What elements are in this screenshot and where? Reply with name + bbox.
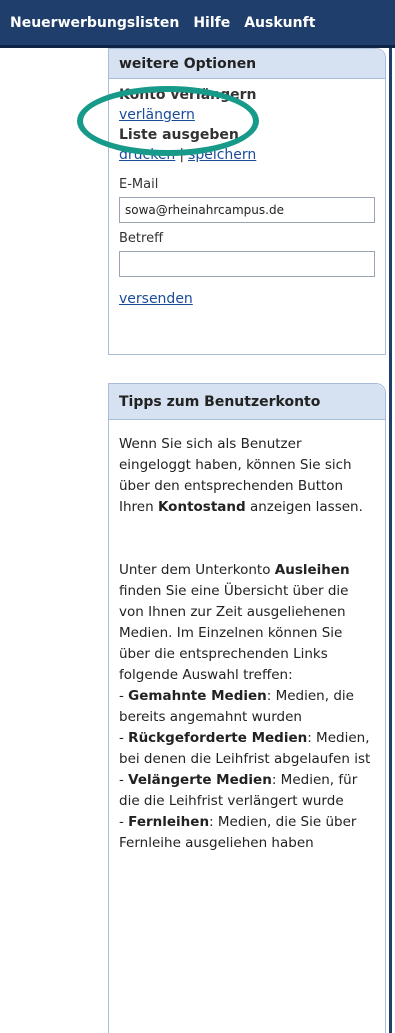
tips-paragraph-1: Wenn Sie sich als Benutzer eingeloggt ha… (119, 434, 375, 518)
top-nav-bar: Neuerwerbungslisten Hilfe Auskunft (0, 0, 395, 48)
link-separator: | (179, 147, 185, 163)
tips-item-bold: Rückgeforderte Medien (128, 730, 308, 746)
tips-item-dash: - (119, 688, 129, 704)
tips-item-bold: Velängerte Medien (128, 772, 272, 788)
options-panel-title: weitere Optionen (109, 49, 385, 79)
tips-item-dash: - (119, 814, 129, 830)
tips-p2-text: Unter dem Unterkonto (119, 562, 275, 578)
email-field[interactable] (119, 197, 375, 223)
tips-paragraph-2: Unter dem Unterkonto Ausleihen finden Si… (119, 560, 375, 686)
tips-item: - Fernleihen: Medien, die Sie über Fernl… (119, 812, 375, 854)
nav-neuerwerbungslisten[interactable]: Neuerwerbungslisten (10, 15, 179, 31)
tips-item: - Velängerte Medien: Medien, für die die… (119, 770, 375, 812)
tips-p2-bold: Ausleihen (274, 562, 350, 578)
email-label: E-Mail (119, 177, 159, 192)
tips-p2-text-end: finden Sie eine Übersicht über die von I… (119, 583, 349, 683)
save-link[interactable]: speichern (188, 147, 256, 163)
tips-item: - Rückgeforderte Medien: Medien, bei den… (119, 728, 375, 770)
tips-p1-text-end: anzeigen lassen. (245, 499, 363, 515)
options-panel: weitere Optionen Konto verlängern verlän… (108, 48, 386, 355)
options-panel-body: Konto verlängern verlängern Liste ausgeb… (109, 79, 385, 321)
tips-panel-body: Wenn Sie sich als Benutzer eingeloggt ha… (109, 420, 385, 854)
tips-p1-bold: Kontostand (157, 499, 246, 515)
tips-item: - Gemahnte Medien: Medien, die bereits a… (119, 686, 375, 728)
tips-panel-title: Tipps zum Benutzerkonto (109, 384, 385, 420)
renew-link[interactable]: verlängern (119, 107, 195, 123)
tips-item-bold: Gemahnte Medien (128, 688, 267, 704)
send-link[interactable]: versenden (119, 291, 193, 307)
tips-panel: Tipps zum Benutzerkonto Wenn Sie sich al… (108, 383, 386, 1033)
nav-hilfe[interactable]: Hilfe (193, 15, 230, 31)
subject-label: Betreff (119, 231, 164, 246)
subject-field[interactable] (119, 251, 375, 277)
account-renew-title: Konto verlängern (119, 87, 257, 103)
tips-item-dash: - (119, 730, 129, 746)
tips-item-bold: Fernleihen (128, 814, 210, 830)
tips-item-dash: - (119, 772, 129, 788)
list-output-title: Liste ausgeben (119, 127, 239, 143)
print-link[interactable]: drucken (119, 147, 175, 163)
nav-auskunft[interactable]: Auskunft (244, 15, 315, 31)
